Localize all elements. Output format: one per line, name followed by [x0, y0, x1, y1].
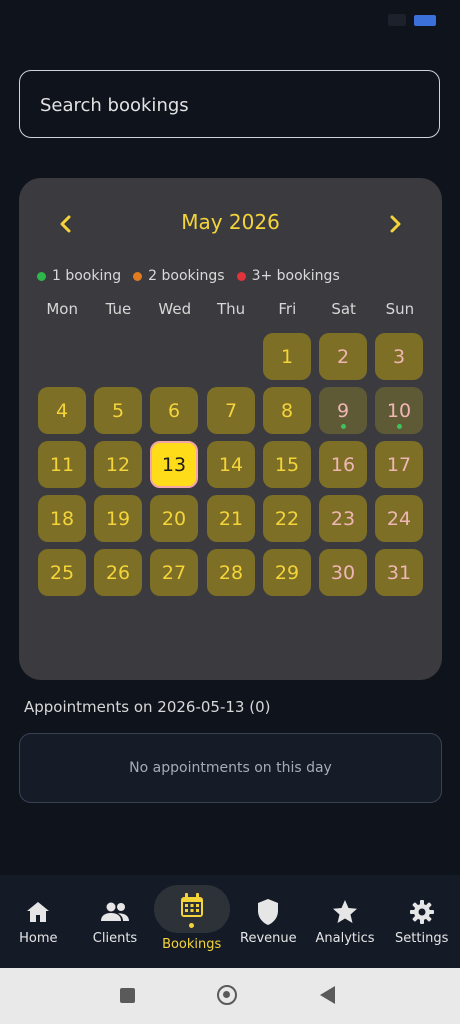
appointments-title: Appointments on 2026-05-13 (0)	[24, 698, 271, 716]
status-icons	[388, 14, 436, 26]
calendar-day[interactable]: 10	[375, 387, 423, 434]
calendar-day[interactable]: 3	[375, 333, 423, 380]
gear-icon	[407, 897, 437, 927]
booking-indicator-dot	[396, 424, 402, 429]
calendar-day[interactable]: 15	[263, 441, 311, 488]
signal-icon	[388, 14, 406, 26]
calendar-day[interactable]: 29	[263, 549, 311, 596]
nav-label: Revenue	[240, 931, 297, 946]
battery-icon	[414, 14, 436, 26]
nav-settings[interactable]: Settings	[383, 875, 460, 968]
search-input[interactable]	[38, 71, 422, 139]
nav-clients[interactable]: Clients	[77, 875, 154, 968]
calendar-day[interactable]: 5	[94, 387, 142, 434]
calendar-day[interactable]: 31	[375, 549, 423, 596]
calendar-day[interactable]: 16	[319, 441, 367, 488]
back-icon[interactable]	[320, 986, 335, 1004]
booking-indicator-dot	[340, 424, 346, 429]
calendar-day[interactable]: 11	[38, 441, 86, 488]
calendar-day[interactable]: 30	[319, 549, 367, 596]
nav-label: Clients	[92, 931, 138, 946]
day-grid: 1 2 3 4 5 6 7 8 9 10 11 12 13 14 15 16 17 18 19 20 21 22 23 24 2…	[19, 178, 442, 680]
calendar-day[interactable]: 22	[263, 495, 311, 542]
shield-icon	[253, 897, 283, 927]
home-button-icon[interactable]	[217, 985, 237, 1005]
calendar-day[interactable]: 19	[94, 495, 142, 542]
calendar-day[interactable]: 18	[38, 495, 86, 542]
nav-label: Analytics	[315, 931, 375, 946]
calendar-day[interactable]: 21	[207, 495, 255, 542]
nav-analytics[interactable]: Analytics	[307, 875, 384, 968]
calendar-day[interactable]: 8	[263, 387, 311, 434]
nav-home[interactable]: Home	[0, 875, 77, 968]
calendar-day-selected[interactable]: 13	[150, 441, 198, 488]
system-navigation-bar	[0, 968, 460, 1024]
calendar-card: May 2026 1 booking 2 bookings 3+ booking…	[19, 178, 442, 680]
calendar-day[interactable]: 20	[150, 495, 198, 542]
calendar-day[interactable]: 6	[150, 387, 198, 434]
people-icon	[100, 897, 130, 927]
nav-bookings[interactable]: Bookings	[153, 875, 230, 968]
calendar-day[interactable]: 14	[207, 441, 255, 488]
calendar-day[interactable]: 12	[94, 441, 142, 488]
nav-label: Home	[19, 931, 58, 946]
calendar-day[interactable]: 17	[375, 441, 423, 488]
nav-revenue[interactable]: Revenue	[230, 875, 307, 968]
star-icon	[330, 897, 360, 927]
calendar-day[interactable]: 26	[94, 549, 142, 596]
appointments-list: No appointments on this day	[19, 733, 442, 803]
empty-state-text: No appointments on this day	[129, 760, 332, 776]
search-field[interactable]	[19, 70, 440, 139]
recents-icon[interactable]	[120, 988, 135, 1003]
calendar-day[interactable]: 25	[38, 549, 86, 596]
calendar-day[interactable]: 7	[207, 387, 255, 434]
calendar-day[interactable]: 4	[38, 387, 86, 434]
bottom-navigation: Home Clients Bookings Revenue Analytics	[0, 875, 460, 968]
calendar-day[interactable]: 24	[375, 495, 423, 542]
nav-label: Settings	[395, 931, 449, 946]
calendar-day[interactable]: 9	[319, 387, 367, 434]
calendar-icon	[177, 891, 207, 921]
calendar-day[interactable]: 28	[207, 549, 255, 596]
calendar-day[interactable]: 27	[150, 549, 198, 596]
home-icon	[23, 897, 53, 927]
nav-label: Bookings	[162, 937, 222, 952]
status-bar	[0, 0, 460, 44]
calendar-day[interactable]: 23	[319, 495, 367, 542]
calendar-day[interactable]: 2	[319, 333, 367, 380]
calendar-day[interactable]: 1	[263, 333, 311, 380]
